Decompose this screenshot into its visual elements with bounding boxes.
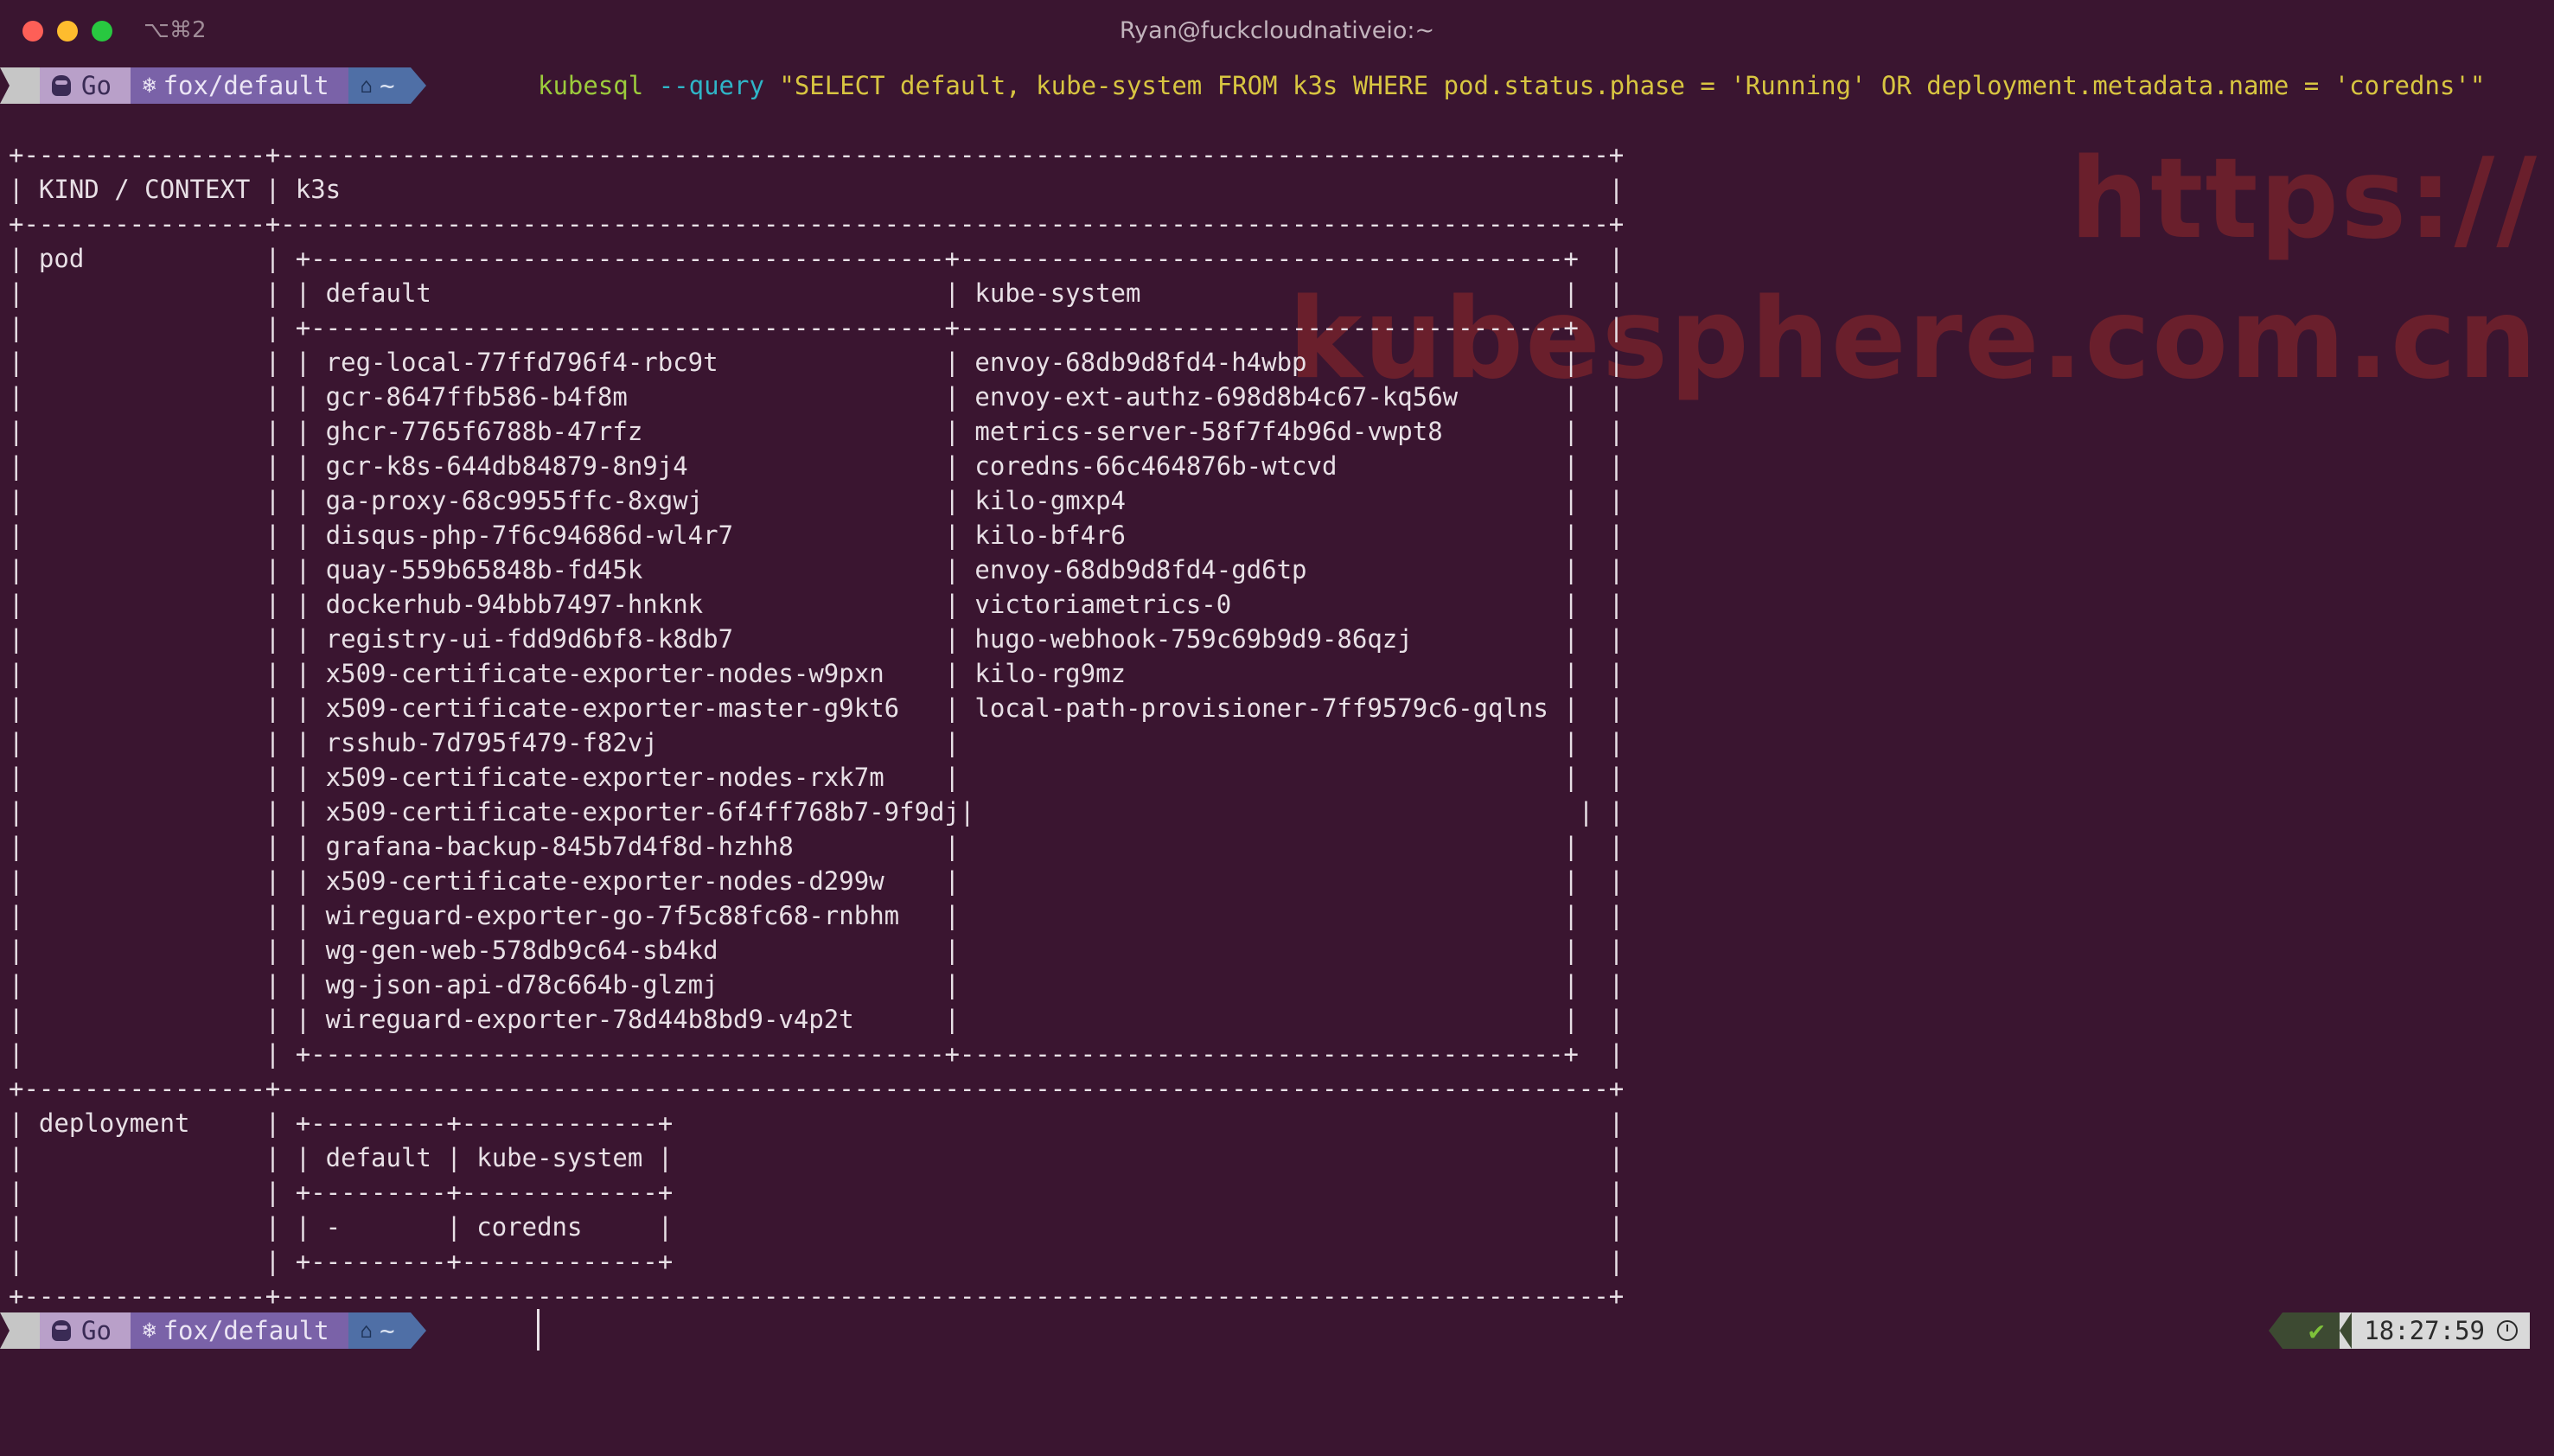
home-dir: ~ <box>380 71 395 100</box>
status-time: 18:27:59 <box>2364 1316 2485 1345</box>
command-flag: --query <box>658 71 764 100</box>
k8s-context: fox/default <box>163 71 329 100</box>
time-segment: 18:27:59 <box>2340 1312 2530 1349</box>
prompt-k8s-segment: ❄ fox/default <box>119 67 348 104</box>
home-dir: ~ <box>380 1316 395 1345</box>
prompt-end-arrow <box>410 1312 426 1349</box>
k8s-context: fox/default <box>163 1316 329 1345</box>
prompt-dir-segment: ⌂ ~ <box>337 1312 411 1349</box>
home-icon: ⌂ <box>360 1319 374 1343</box>
command-program: kubesql <box>538 71 644 100</box>
command-query: "SELECT default, kube-system FROM k3s WH… <box>779 71 2486 100</box>
terminal-window: ⌥⌘2 Ryan@fuckcloudnativeio:~ Go ❄ fox/def… <box>0 0 2554 1456</box>
go-label: Go <box>81 71 112 100</box>
query-result-table: +----------------+----------------------… <box>9 140 1625 1311</box>
title-bar: ⌥⌘2 Ryan@fuckcloudnativeio:~ <box>0 0 2554 62</box>
gopher-icon <box>52 75 71 96</box>
helm-icon: ❄ <box>142 73 156 99</box>
helm-icon: ❄ <box>142 1318 156 1344</box>
shell-prompt: Go ❄ fox/default ⌂ ~ <box>0 67 426 104</box>
shell-prompt-current: Go ❄ fox/default ⌂ ~ <box>0 1312 426 1349</box>
prompt-k8s-segment: ❄ fox/default <box>119 1312 348 1349</box>
command-line[interactable]: kubesql --query "SELECT default, kube-sy… <box>538 67 2485 104</box>
check-icon: ✔ <box>2269 1312 2340 1349</box>
clock-icon <box>2497 1320 2518 1341</box>
prompt-go-segment: Go <box>29 67 131 104</box>
window-title: Ryan@fuckcloudnativeio:~ <box>1119 17 1435 44</box>
home-icon: ⌂ <box>360 73 374 98</box>
prompt-dir-segment: ⌂ ~ <box>337 67 411 104</box>
go-label: Go <box>81 1316 112 1345</box>
text-cursor[interactable] <box>537 1309 540 1351</box>
prompt-go-segment: Go <box>29 1312 131 1349</box>
prompt-end-arrow <box>410 67 426 104</box>
gopher-icon <box>52 1320 71 1341</box>
right-status: ✔ 18:27:59 <box>2269 1312 2530 1349</box>
